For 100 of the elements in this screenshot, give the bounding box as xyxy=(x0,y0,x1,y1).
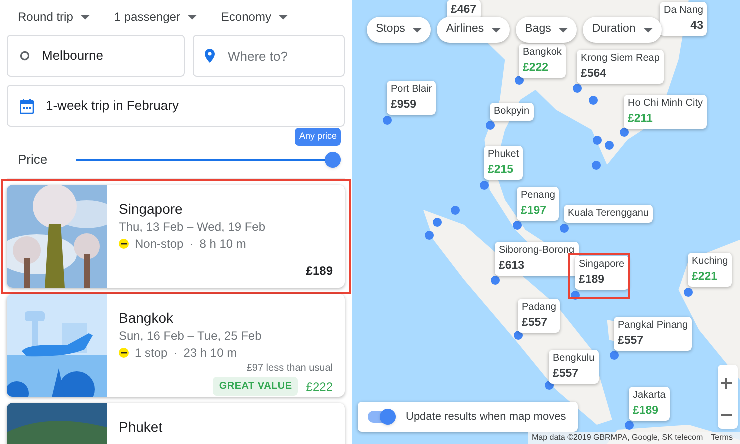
price-pin-label[interactable]: Kuching £221 xyxy=(688,253,732,287)
trip-option-dropdown[interactable]: Round trip xyxy=(18,8,90,26)
filter-chip[interactable]: Stops xyxy=(367,17,432,43)
caret-icon xyxy=(279,14,288,20)
price-pin-label[interactable]: Pangkal Pinang £557 xyxy=(614,317,692,351)
price-text: £197 xyxy=(521,204,548,219)
city-name: Penang xyxy=(521,189,556,203)
location-pin-icon xyxy=(205,49,215,63)
toggle-label: Update results when map moves xyxy=(406,410,566,425)
price-pin-label[interactable]: Padang £557 xyxy=(518,299,560,333)
trip-option-dropdown[interactable]: 1 passenger xyxy=(114,8,198,26)
price-pin-label[interactable]: Kuala Terengganu xyxy=(564,205,653,223)
toggle-switch[interactable] xyxy=(368,411,394,423)
caret-icon xyxy=(413,28,422,32)
great-value-badge: GREAT VALUE xyxy=(213,377,298,396)
map-pin-icon[interactable] xyxy=(433,218,442,227)
city-name: Jakarta xyxy=(633,389,666,403)
price-text: 43 xyxy=(690,19,704,34)
price-pin-label[interactable]: Penang £197 xyxy=(517,187,560,221)
caret-icon xyxy=(81,14,90,20)
price-pin-label[interactable]: Siborong-Borong £613 xyxy=(495,242,579,276)
city-name: Bangkok xyxy=(523,46,562,60)
price-pin-label[interactable]: Da Nang 43 xyxy=(660,2,708,36)
city-name: Bokpyin xyxy=(494,105,530,119)
origin-field[interactable]: Melbourne xyxy=(7,35,185,77)
price-pin-label[interactable]: Port Blair £959 xyxy=(387,81,436,115)
duration-text: 23 h 10 m xyxy=(184,345,238,361)
price-text: £215 xyxy=(488,163,515,178)
map-pin-icon[interactable] xyxy=(610,351,619,360)
zoom-out-icon[interactable] xyxy=(721,414,732,416)
filter-chip[interactable]: Airlines xyxy=(437,17,510,43)
price-pin-label[interactable]: Phuket £215 xyxy=(484,146,524,180)
price-pin-label[interactable]: Bokpyin xyxy=(490,103,534,121)
price-note: £97 less than usual xyxy=(246,362,333,376)
map-pin-icon[interactable] xyxy=(513,221,522,230)
trip-dates: Sun, 16 Feb – Tue, 25 Feb xyxy=(119,328,263,344)
stops-text: 1 stop xyxy=(135,345,168,361)
separator-dot: · xyxy=(174,345,178,361)
zoom-in-icon[interactable] xyxy=(721,378,732,389)
airline-logo-icon xyxy=(119,239,129,249)
trip-dates: Thu, 13 Feb – Wed, 19 Feb xyxy=(119,219,267,235)
city-name: Pangkal Pinang xyxy=(618,319,688,333)
map-pin-icon[interactable] xyxy=(560,224,569,233)
trip-option-dropdown[interactable]: Economy xyxy=(221,8,288,26)
map-pin-icon[interactable] xyxy=(425,231,434,240)
map-pin-icon[interactable] xyxy=(684,288,693,297)
filter-chip[interactable]: Duration xyxy=(583,17,662,43)
price-pin-label[interactable]: Bengkulu £557 xyxy=(549,350,599,384)
map-pin-icon[interactable] xyxy=(593,136,602,145)
price-text: £222 xyxy=(306,378,333,396)
terms-link[interactable]: Terms xyxy=(711,432,733,444)
city-name: Kuala Terengganu xyxy=(568,207,649,221)
map-pin-icon[interactable] xyxy=(573,84,582,93)
map-attribution: Map data ©2019 GBRMPA, Google, SK telecom xyxy=(532,432,704,444)
map-pin-icon[interactable] xyxy=(480,181,489,190)
price-text: £189 xyxy=(633,404,660,419)
map-pin-icon[interactable] xyxy=(589,96,598,105)
destination-city: Phuket xyxy=(119,418,164,437)
dates-field[interactable]: 1-week trip in February xyxy=(7,85,345,127)
map-pin-icon[interactable] xyxy=(571,291,580,300)
city-name: Singapore xyxy=(579,258,625,272)
caret-icon xyxy=(644,28,653,32)
price-text: £564 xyxy=(581,67,608,82)
price-pin-label[interactable]: Jakarta £189 xyxy=(629,387,670,421)
price-text: £557 xyxy=(522,316,549,331)
destination-field[interactable]: Where to? xyxy=(193,35,345,77)
result-card[interactable]: Singapore Thu, 13 Feb – Wed, 19 Feb Non-stop · 8 h 10 m £189 xyxy=(1,179,351,294)
caret-icon xyxy=(188,14,198,20)
map-pin-icon[interactable] xyxy=(486,121,495,130)
map-pin-icon[interactable] xyxy=(383,116,392,125)
calendar-icon xyxy=(20,98,34,114)
price-text: £222 xyxy=(523,61,550,76)
city-name: Ho Chi Minh City xyxy=(628,97,704,111)
map-pin-icon[interactable] xyxy=(451,206,460,215)
city-name: Krong Siem Reap xyxy=(581,52,660,66)
map-pin-icon[interactable] xyxy=(491,276,500,285)
airline-logo-icon xyxy=(119,348,129,358)
city-name: Kuching xyxy=(692,255,728,269)
price-text: £189 xyxy=(306,263,333,280)
price-pin-label[interactable]: Krong Siem Reap £564 xyxy=(577,50,664,84)
price-text: £467 xyxy=(451,3,477,18)
map-pin-icon[interactable] xyxy=(514,331,523,340)
city-name: Port Blair xyxy=(391,83,432,97)
price-text: £221 xyxy=(692,270,719,285)
map-pin-icon[interactable] xyxy=(625,421,634,430)
filter-chip[interactable]: Bags xyxy=(516,17,578,43)
map-pin-icon[interactable] xyxy=(592,161,601,170)
price-text: £959 xyxy=(391,98,418,113)
duration-text: 8 h 10 m xyxy=(200,236,246,252)
destination-city: Singapore xyxy=(119,200,184,219)
slider-thumb[interactable] xyxy=(325,152,341,168)
price-pin-label[interactable]: Singapore £189 xyxy=(575,256,629,290)
caret-icon xyxy=(492,28,502,32)
price-pin-label[interactable]: Bangkok £222 xyxy=(519,44,566,78)
map-pin-icon[interactable] xyxy=(515,76,524,85)
price-text: £211 xyxy=(628,112,654,127)
map-pin-icon[interactable] xyxy=(605,141,614,150)
price-pin-label[interactable]: Ho Chi Minh City £211 xyxy=(624,95,708,129)
origin-value: Melbourne xyxy=(42,47,104,66)
map-pin-icon[interactable] xyxy=(620,128,629,137)
